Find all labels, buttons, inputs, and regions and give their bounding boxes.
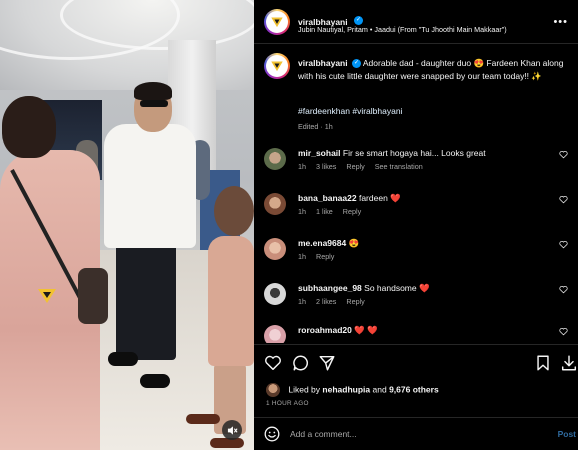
reply-button[interactable]: Reply bbox=[343, 207, 361, 216]
liked-by-username[interactable]: nehadhupia bbox=[322, 384, 370, 394]
commenter-avatar[interactable] bbox=[264, 283, 286, 305]
caption-author-avatar[interactable] bbox=[264, 53, 290, 79]
post-photo[interactable] bbox=[0, 0, 254, 450]
post-actions: Liked by nehadhupia and 9,676 others 1 H… bbox=[254, 344, 578, 448]
comment-text: fardeen ❤️ bbox=[358, 193, 401, 203]
reply-button[interactable]: Reply bbox=[346, 162, 364, 171]
comment-item: me.ena9684 😍 1h Reply bbox=[264, 238, 568, 274]
photo-man-pants bbox=[116, 240, 176, 360]
liker-avatar[interactable] bbox=[266, 383, 280, 397]
liked-by-summary: Liked by nehadhupia and 9,676 others bbox=[266, 383, 439, 397]
comment-time: 1h bbox=[298, 252, 306, 261]
commenter-avatar[interactable] bbox=[264, 193, 286, 215]
photo-bag bbox=[78, 268, 108, 324]
photo-man-shoe bbox=[140, 374, 170, 388]
comment-text: ❤️ ❤️ bbox=[354, 325, 378, 335]
commenter-avatar[interactable] bbox=[264, 238, 286, 260]
add-comment-bar: Post bbox=[254, 417, 578, 449]
viral-bhayani-logo-icon bbox=[271, 17, 283, 28]
post-time-ago: 1 HOUR AGO bbox=[266, 400, 309, 407]
music-track-link[interactable]: Jubin Nautiyal, Pritam • Jaadui (From "T… bbox=[298, 25, 507, 34]
photo-girl-body bbox=[208, 236, 254, 366]
caption-author-username[interactable]: viralbhayani bbox=[298, 58, 348, 68]
author-avatar[interactable] bbox=[264, 9, 290, 35]
photo-girl-sandal bbox=[210, 438, 244, 448]
like-comment-heart-icon[interactable] bbox=[559, 240, 568, 249]
comment-likes-count[interactable]: 3 likes bbox=[316, 162, 336, 171]
comment-time: 1h bbox=[298, 162, 306, 171]
more-options-icon[interactable]: ••• bbox=[553, 16, 568, 28]
liked-by-and: and bbox=[372, 384, 387, 395]
reply-button[interactable]: Reply bbox=[346, 297, 364, 306]
emoji-smiley-icon[interactable] bbox=[264, 426, 280, 442]
commenter-username[interactable]: bana_banaa22 bbox=[298, 193, 357, 203]
comment-likes-count[interactable]: 1 like bbox=[316, 207, 333, 216]
speaker-muted-icon bbox=[227, 425, 238, 435]
verified-badge-icon: ✓ bbox=[354, 16, 364, 26]
commenter-username[interactable]: mir_sohail bbox=[298, 148, 341, 158]
comment-time: 1h bbox=[298, 207, 306, 216]
save-bookmark-icon[interactable] bbox=[534, 354, 552, 372]
liked-by-prefix: Liked by bbox=[288, 384, 321, 395]
comment-bubble-icon[interactable] bbox=[292, 354, 310, 372]
photo-man-shirt bbox=[104, 124, 196, 248]
like-comment-heart-icon[interactable] bbox=[559, 150, 568, 159]
photo-woman-head bbox=[2, 96, 56, 158]
photo-man-shoe bbox=[108, 352, 138, 366]
post-side-panel: viralbhayani ✓ Jubin Nautiyal, Pritam • … bbox=[254, 0, 578, 450]
post-header: viralbhayani ✓ Jubin Nautiyal, Pritam • … bbox=[254, 0, 578, 44]
comment-text: Fir se smart hogaya hai... Looks great bbox=[342, 148, 486, 158]
viral-bhayani-logo-icon bbox=[271, 61, 283, 72]
edited-timestamp: Edited · 1h bbox=[298, 122, 333, 131]
commenter-avatar[interactable] bbox=[264, 325, 286, 343]
post-caption: viralbhayani ✓ Adorable dad - daughter d… bbox=[298, 57, 570, 82]
add-comment-input[interactable] bbox=[290, 426, 520, 442]
photo-girl-sandal bbox=[186, 414, 220, 424]
like-comment-heart-icon[interactable] bbox=[559, 285, 568, 294]
caption-hashtags[interactable]: #fardeenkhan #viralbhayani bbox=[298, 106, 402, 116]
like-heart-icon[interactable] bbox=[264, 354, 282, 372]
comment-item: bana_banaa22 fardeen ❤️ 1h 1 like Reply bbox=[264, 193, 568, 229]
like-comment-heart-icon[interactable] bbox=[559, 195, 568, 204]
comment-item: subhaangee_98 So handsome ❤️ 1h 2 likes … bbox=[264, 283, 568, 319]
photo-man-hair bbox=[134, 82, 172, 100]
commenter-avatar[interactable] bbox=[264, 148, 286, 170]
comment-item: roroahmad20 ❤️ ❤️ bbox=[264, 325, 568, 343]
viral-bhayani-watermark-icon bbox=[38, 289, 56, 303]
like-comment-heart-icon[interactable] bbox=[559, 327, 568, 336]
mute-toggle-button[interactable] bbox=[222, 420, 242, 440]
liked-by-others-count[interactable]: 9,676 others bbox=[389, 384, 439, 394]
comment-likes-count[interactable]: 2 likes bbox=[316, 297, 336, 306]
commenter-username[interactable]: subhaangee_98 bbox=[298, 283, 362, 293]
commenter-username[interactable]: roroahmad20 bbox=[298, 325, 352, 335]
commenter-username[interactable]: me.ena9684 bbox=[298, 238, 346, 248]
reply-button[interactable]: Reply bbox=[316, 252, 334, 261]
verified-badge-icon: ✓ bbox=[351, 59, 361, 69]
comment-text: So handsome ❤️ bbox=[364, 283, 430, 293]
comment-item: mir_sohail Fir se smart hogaya hai... Lo… bbox=[264, 148, 568, 184]
photo-girl-head bbox=[214, 186, 254, 236]
photo-man-glasses bbox=[140, 100, 168, 107]
post-comment-button[interactable]: Post bbox=[558, 429, 576, 439]
comment-text: 😍 bbox=[348, 238, 360, 248]
comment-time: 1h bbox=[298, 297, 306, 306]
download-icon[interactable] bbox=[560, 354, 578, 372]
see-translation-button[interactable]: See translation bbox=[375, 162, 423, 171]
share-send-icon[interactable] bbox=[318, 354, 336, 372]
